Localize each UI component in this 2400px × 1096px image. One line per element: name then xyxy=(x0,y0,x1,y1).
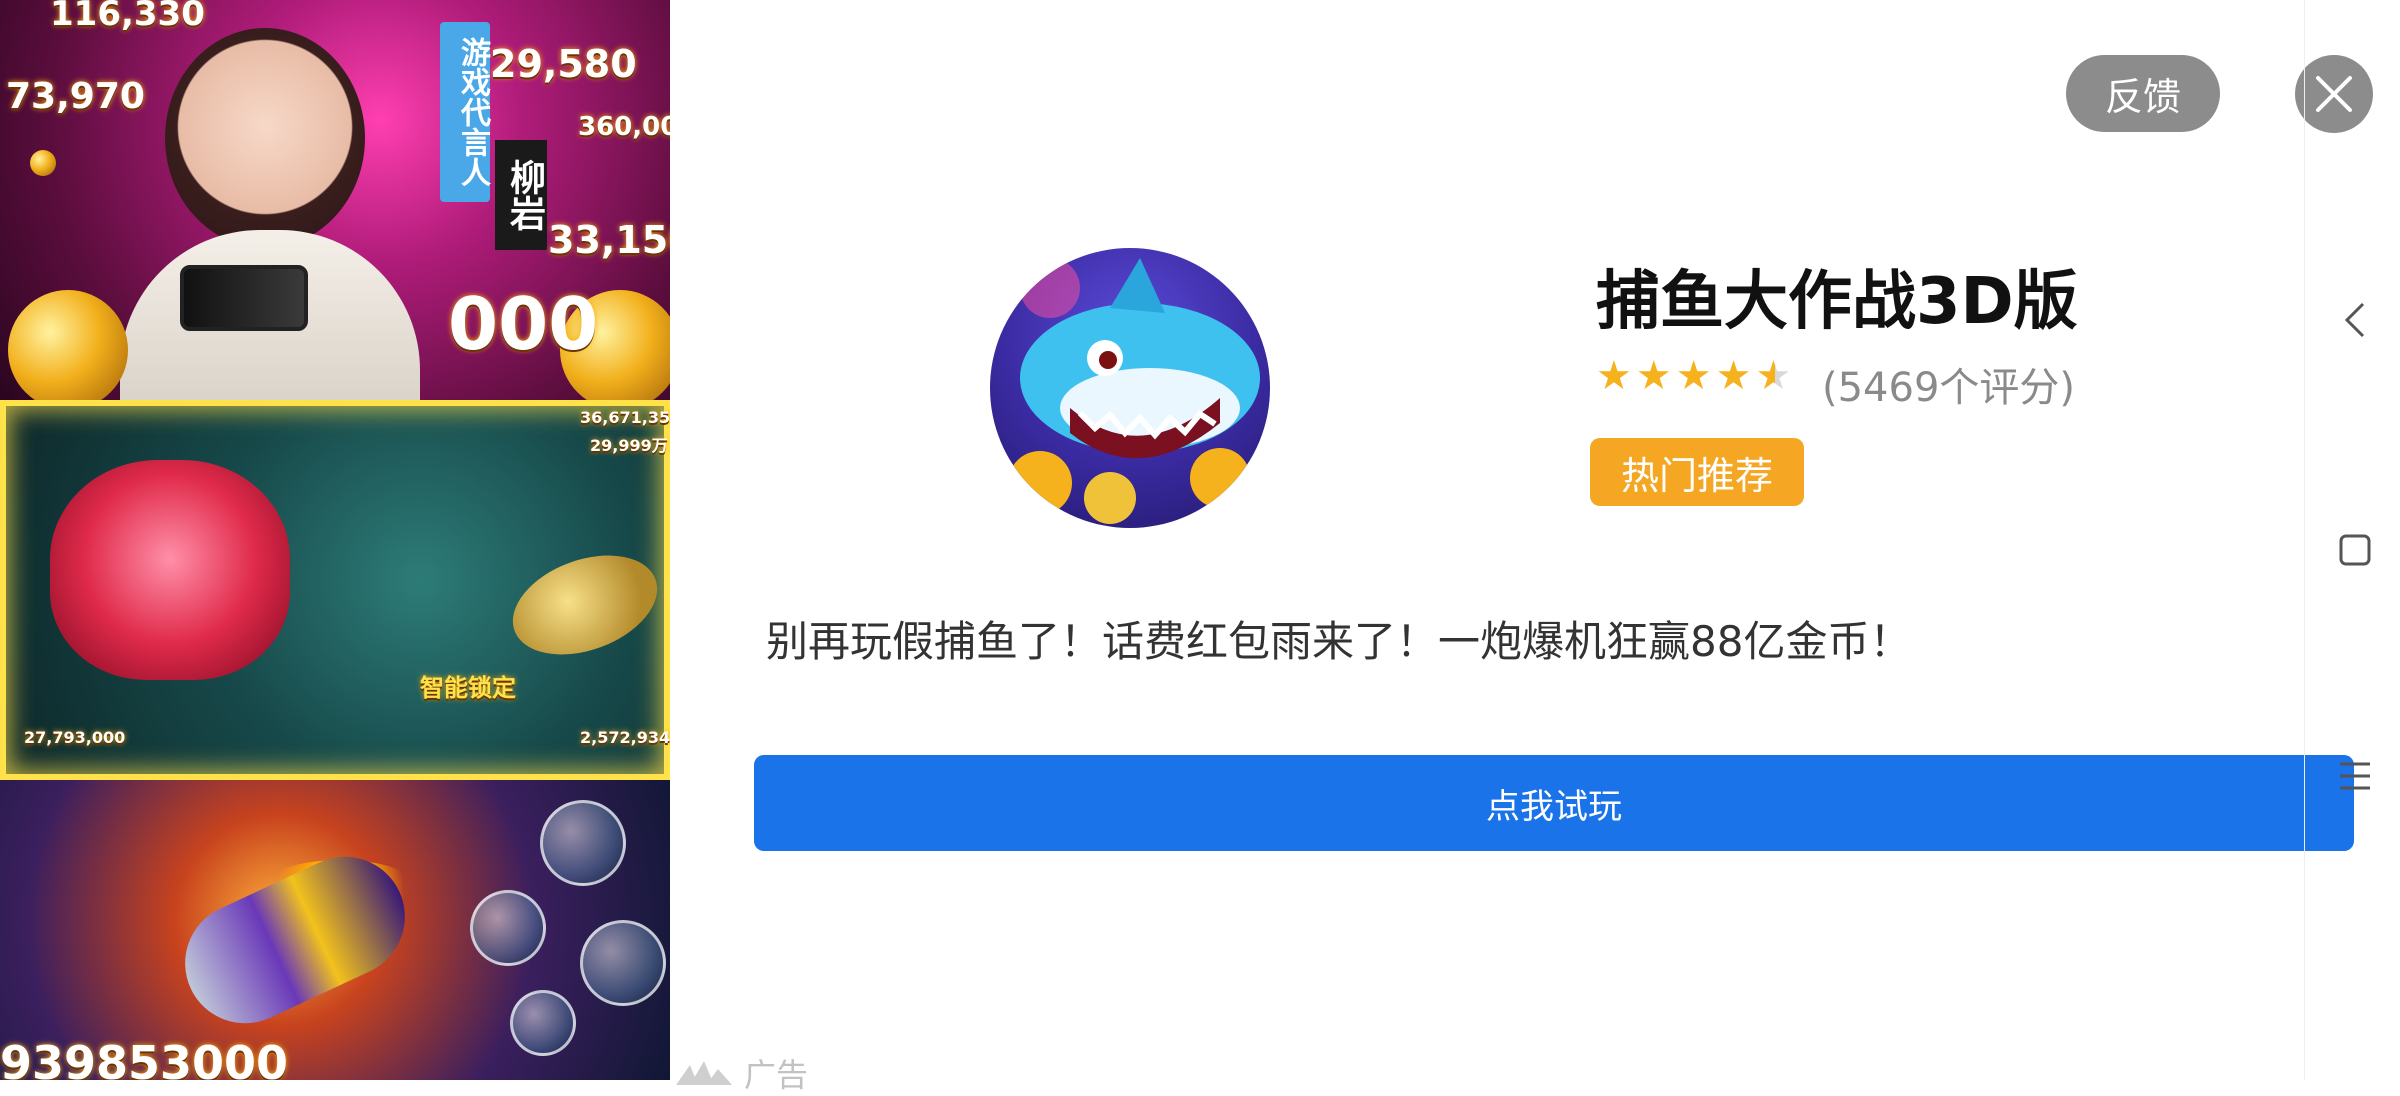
banner-number: 116,330 xyxy=(50,0,205,34)
bubble xyxy=(540,800,626,886)
bubble xyxy=(510,990,576,1056)
banner-number: 29,999万 xyxy=(590,436,668,455)
banner-number: 29,580 xyxy=(490,42,637,86)
spokesperson-tag: 游戏代言人 xyxy=(440,22,490,202)
banner-number: 360,000 xyxy=(578,112,670,142)
banner-number: 27,793,000 xyxy=(24,728,126,747)
bubble xyxy=(580,920,666,1006)
recents-button[interactable] xyxy=(2335,756,2375,796)
rating-stars: ★ ★ ★ ★ ★ xyxy=(1596,356,1791,396)
navigation-bar xyxy=(2304,0,2400,1080)
promo-banner[interactable]: 游戏代言人 柳岩 116,330 29,580 73,970 360,000 3… xyxy=(0,0,670,1080)
banner-number: 939853000 xyxy=(0,1036,289,1080)
ad-text: 广告 xyxy=(744,1056,809,1094)
app-title: 捕鱼大作战3D版 xyxy=(1596,265,2078,339)
gold-coin xyxy=(8,290,128,410)
banner-number: 73,970 xyxy=(6,76,145,117)
banner-number: 33,150 xyxy=(548,218,670,262)
hot-badge: 热门推荐 xyxy=(1590,438,1804,506)
banner-number: 2,572,934 xyxy=(580,728,670,747)
spokesperson-name: 柳岩 xyxy=(495,140,547,250)
gold-coin xyxy=(30,150,56,176)
square-icon xyxy=(2339,534,2371,566)
star-icon: ★ xyxy=(1675,353,1712,399)
shark-icon xyxy=(1008,258,1260,524)
half-star-icon: ★ xyxy=(1755,353,1792,399)
back-button[interactable] xyxy=(2335,300,2375,340)
ad-label: 广告 xyxy=(676,1050,808,1096)
banner-number: 000 xyxy=(448,282,599,366)
ad-logo-icon xyxy=(676,1061,732,1085)
phone-image xyxy=(180,265,308,331)
star-icon: ★ xyxy=(1715,353,1752,399)
try-play-button[interactable]: 点我试玩 xyxy=(754,755,2354,851)
menu-icon xyxy=(2340,762,2370,790)
star-icon: ★ xyxy=(1596,353,1632,399)
star-icon: ★ xyxy=(1635,353,1672,399)
banner-number: 36,671,350 xyxy=(580,408,670,427)
bubble xyxy=(470,890,546,966)
ad-description: 别再玩假捕鱼了！话费红包雨来了！一炮爆机狂赢88亿金币！ xyxy=(766,617,1912,666)
rating-count: (5469个评分) xyxy=(1822,365,2076,411)
chevron-left-icon xyxy=(2344,302,2365,338)
home-button[interactable] xyxy=(2335,530,2375,570)
app-icon[interactable] xyxy=(990,248,1270,528)
auto-lock-label: 智能锁定 xyxy=(420,674,516,702)
crab-boss-image xyxy=(50,460,290,680)
feedback-button[interactable]: 反馈 xyxy=(2066,55,2220,132)
spokesperson-image xyxy=(165,28,365,248)
